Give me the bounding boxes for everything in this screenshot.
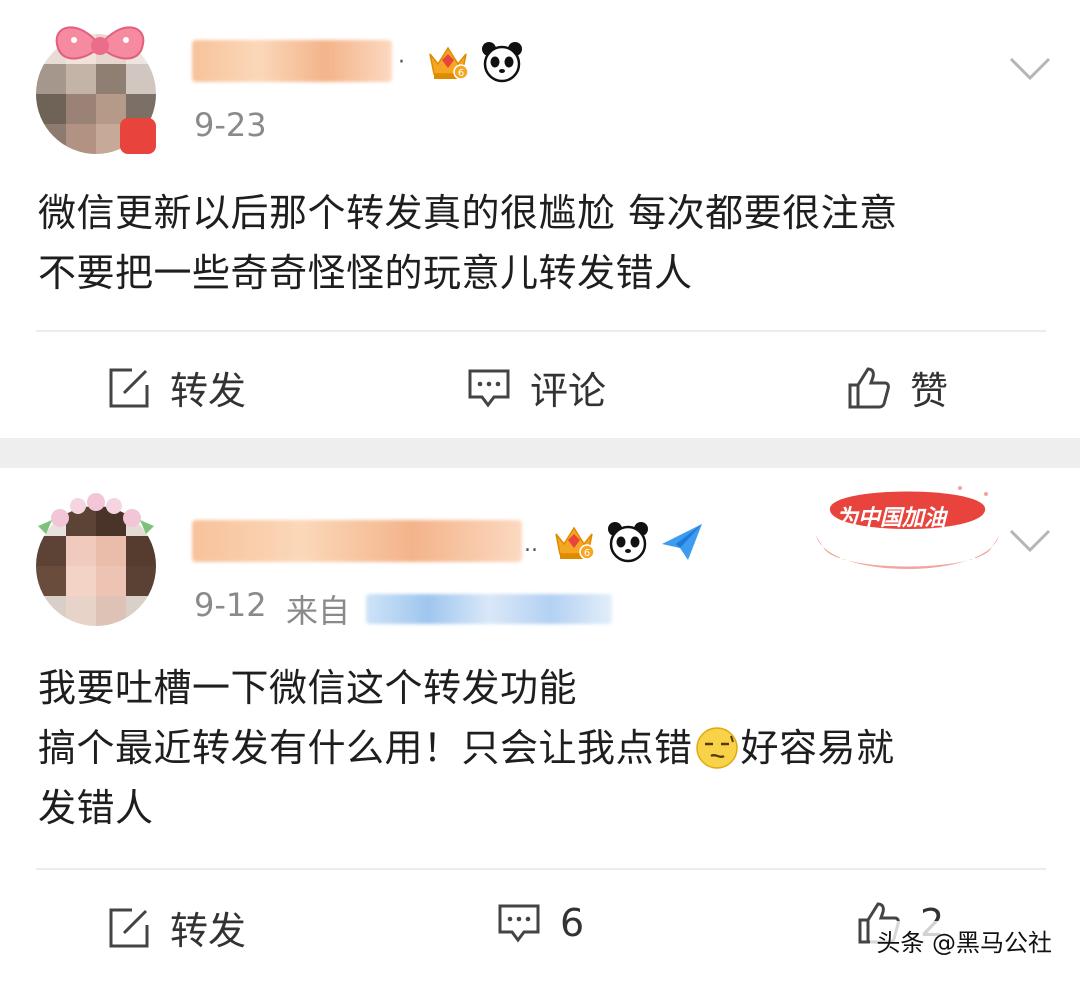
weibo-feed: · 6 9-23 微信更新以后那个转发真的很尴尬 每次都要很注意 不要把一些奇奇…	[0, 0, 1080, 982]
post-date: 9-23	[194, 106, 267, 144]
repost-edit-icon	[109, 908, 149, 947]
content-line-with-emoji: 搞个最近转发有什么用！只会让我点错 好容易就	[38, 718, 895, 778]
source-prefix: 来自	[286, 592, 351, 630]
watermark: 头条 @黑马公社	[870, 921, 1058, 960]
like-button[interactable]: 赞	[846, 360, 948, 415]
comment-label: 评论	[530, 369, 607, 413]
bow-decoration-icon	[55, 26, 145, 60]
content-line: 发错人	[38, 786, 154, 830]
username-blurred[interactable]	[192, 40, 392, 82]
content-text: 搞个最近转发有什么用！只会让我点错	[38, 726, 693, 770]
like-label: 赞	[910, 369, 949, 413]
feed-post: · 6 9-23 微信更新以后那个转发真的很尴尬 每次都要很注意 不要把一些奇奇…	[0, 0, 1080, 438]
chevron-down-icon[interactable]	[1008, 54, 1052, 84]
content-text: 好容易就	[740, 726, 895, 770]
repost-edit-icon	[109, 368, 149, 407]
content-line: 不要把一些奇奇怪怪的玩意儿转发错人	[38, 251, 693, 295]
svg-text:6: 6	[458, 68, 464, 79]
repost-label: 转发	[170, 909, 247, 953]
post-content: 微信更新以后那个转发真的很尴尬 每次都要很注意 不要把一些奇奇怪怪的玩意儿转发错…	[38, 183, 898, 303]
svg-text:6: 6	[584, 548, 590, 559]
source-app-blurred[interactable]	[366, 594, 612, 624]
stadium-promo-icon	[816, 486, 999, 569]
content-line: 微信更新以后那个转发真的很尴尬 每次都要很注意	[38, 191, 898, 235]
repost-label: 转发	[170, 369, 247, 413]
chevron-down-icon[interactable]	[1008, 526, 1052, 556]
comment-button[interactable]: 6	[496, 900, 584, 946]
verified-corner-badge	[120, 118, 156, 154]
panda-icon	[482, 42, 522, 83]
action-bar-divider	[36, 330, 1046, 332]
paper-plane-icon	[662, 524, 702, 560]
post-separator	[0, 438, 1080, 468]
promo-banner[interactable]: 为中国加油	[810, 480, 1005, 585]
thumbs-up-icon	[848, 366, 890, 408]
username-blurred[interactable]	[192, 520, 522, 562]
comment-icon	[468, 369, 510, 407]
awkward-face-emoji-icon	[695, 727, 738, 769]
repost-button[interactable]: 转发	[106, 900, 246, 955]
panda-icon	[608, 522, 648, 563]
promo-text: 为中国加油	[836, 506, 947, 531]
comment-count: 6	[560, 901, 585, 945]
name-suffix: ..	[524, 532, 538, 557]
crown-level-6-icon: 6	[555, 526, 595, 560]
comment-button[interactable]: 评论	[466, 360, 606, 415]
flower-wreath-icon	[38, 493, 154, 534]
post-content: 我要吐槽一下微信这个转发功能 搞个最近转发有什么用！只会让我点错 好容易就 发错…	[38, 658, 895, 838]
post-date: 9-12	[194, 586, 267, 624]
name-dot: ·	[398, 50, 405, 75]
action-bar-divider	[36, 868, 1046, 870]
crown-level-6-icon: 6	[429, 46, 469, 80]
repost-button[interactable]: 转发	[106, 360, 246, 415]
content-line: 我要吐槽一下微信这个转发功能	[38, 666, 578, 710]
comment-icon	[498, 904, 540, 943]
feed-post: .. 6 为中国加油 9-12 来自 我要吐槽一下微信这个转发功能 搞个最近转发…	[0, 468, 1080, 982]
